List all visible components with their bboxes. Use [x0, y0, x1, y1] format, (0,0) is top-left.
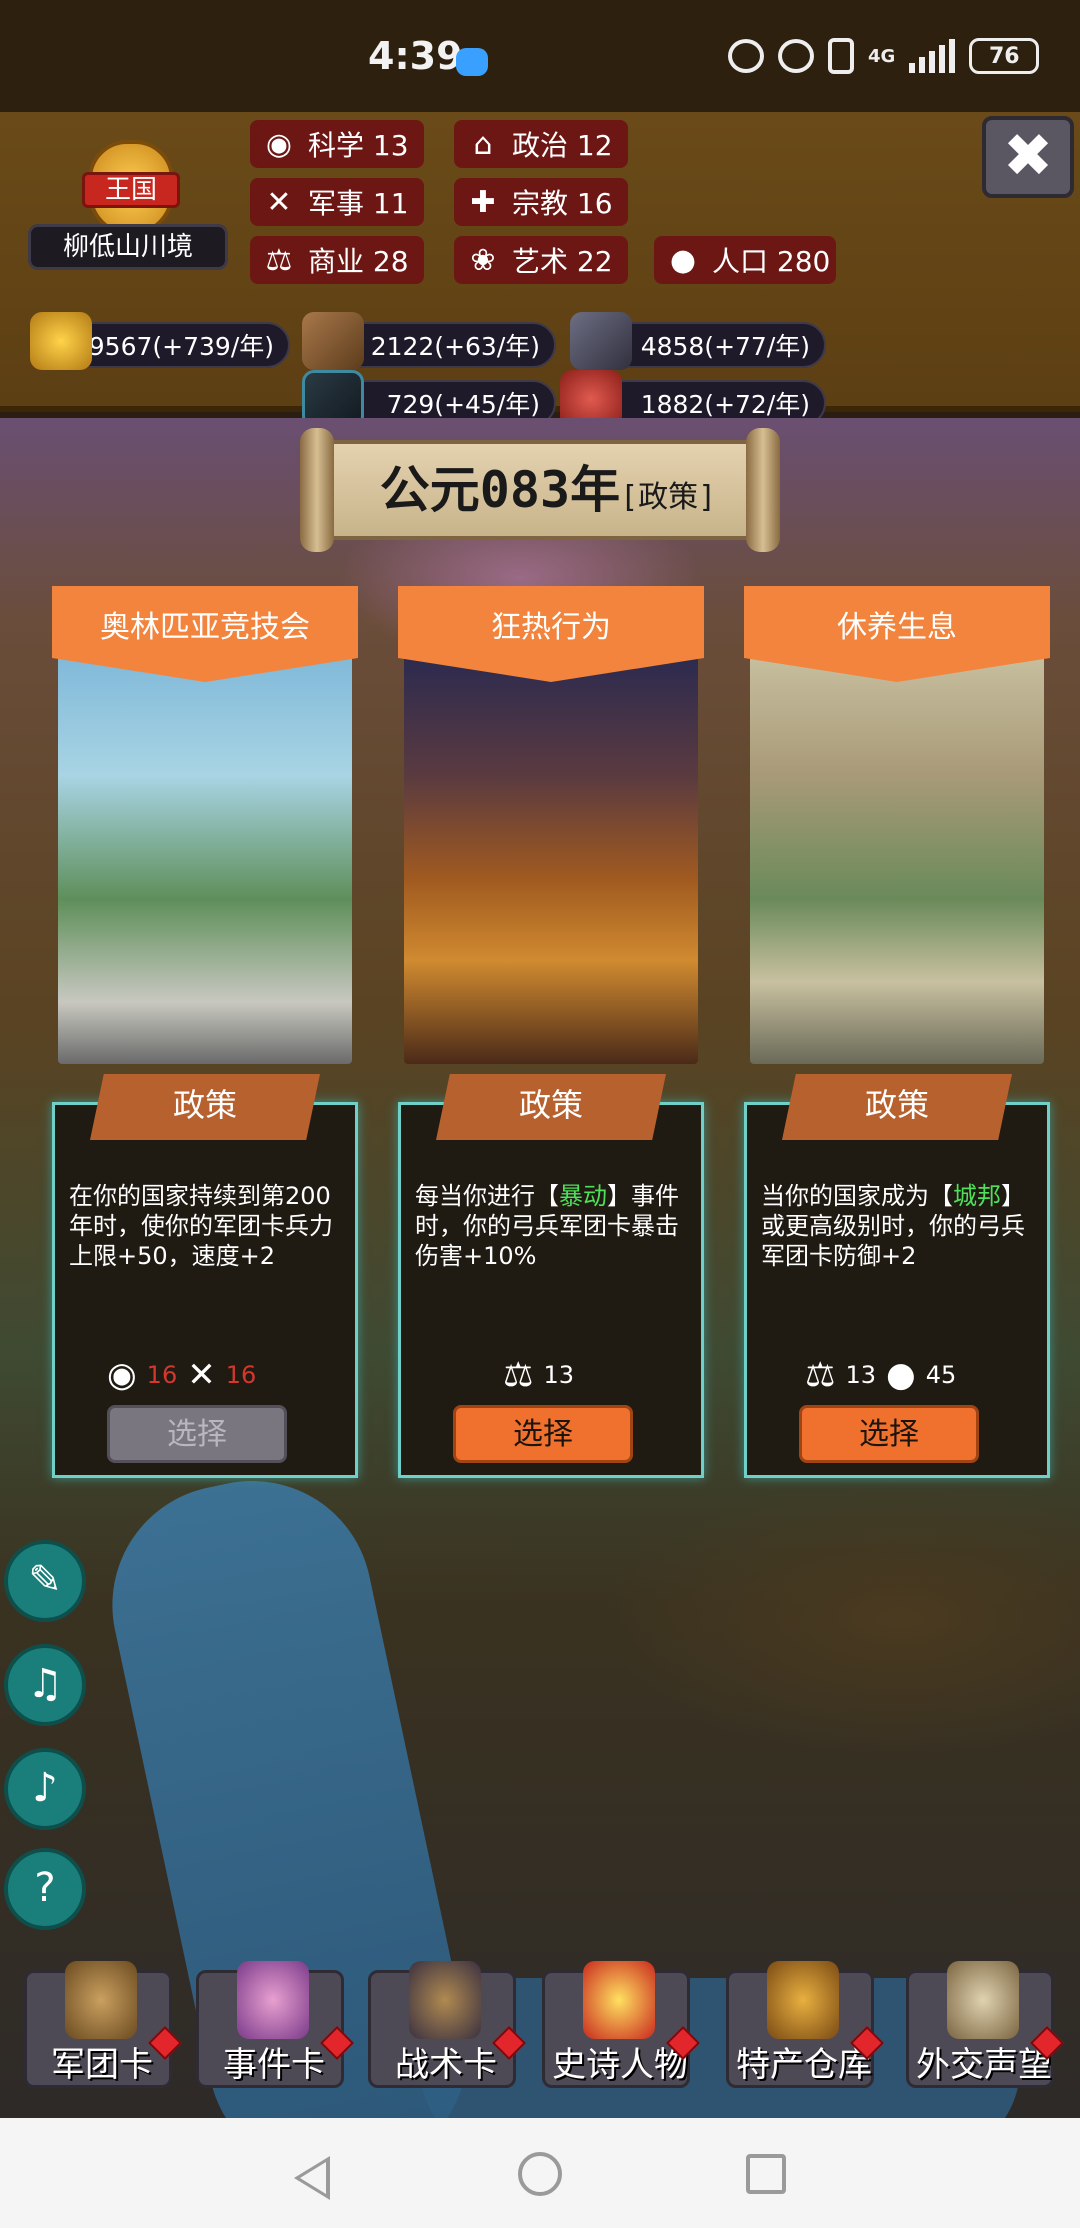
stat-population: ● 人口 280: [654, 236, 836, 284]
planet-icon: ◉: [265, 126, 293, 162]
stat-military: ✕ 军事 11: [250, 178, 424, 226]
year-title: 公元083年[政策]: [379, 461, 717, 519]
planet-icon: ◉: [107, 1355, 137, 1395]
nav-tactic-cards[interactable]: 战术卡: [368, 1961, 526, 2088]
signal-icon: [909, 39, 956, 73]
card-body: 每当你进行【暴动】事件时，你的弓兵军团卡暴击伤害+10% ⚖ 13 选择: [398, 1102, 704, 1478]
card-art-ruins: [750, 652, 1044, 1064]
gold-coins-icon: [30, 312, 92, 370]
card-description: 在你的国家持续到第200年时，使你的军团卡兵力上限+50，速度+2: [69, 1182, 333, 1270]
kingdom-stats-panel: 王国 柳低山川境 ◉ 科学 13 ⌂ 政治 12 ✕ 军事 11 ✚ 宗教 16…: [0, 112, 1080, 428]
stat-art: ❀ 艺术 22: [454, 236, 628, 284]
crest-icon: [409, 1961, 481, 2039]
chat-notification-icon: [456, 48, 488, 76]
card-cost: ⚖ 13 ● 45: [805, 1355, 957, 1395]
sound-off-icon[interactable]: ♪: [4, 1748, 86, 1830]
stat-politics: ⌂ 政治 12: [454, 120, 628, 168]
helmet-icon: [65, 1961, 137, 2039]
music-off-icon[interactable]: ♫: [4, 1644, 86, 1726]
status-bar: 4:39 4G 76: [0, 0, 1080, 112]
home-icon[interactable]: [518, 2152, 562, 2196]
region-name: 柳低山川境: [28, 224, 228, 270]
government-building-icon: ⌂: [473, 126, 493, 162]
card-body: 当你的国家成为【城邦】或更高级别时，你的弓兵军团卡防御+2 ⚖ 13 ● 45 …: [744, 1102, 1050, 1478]
crown-icon: [583, 1961, 655, 2039]
system-navigation-bar: [0, 2118, 1080, 2228]
battery-level: 76: [989, 43, 1020, 69]
stat-commerce: ⚖ 商业 28: [250, 236, 424, 284]
crossed-weapons-icon: ✕: [266, 184, 292, 220]
network-type: 4G: [868, 45, 896, 67]
card-art-riot: [404, 652, 698, 1064]
nation-type: 王国: [82, 172, 180, 208]
stat-religion: ✚ 宗教 16: [454, 178, 628, 226]
stat-science: ◉ 科学 13: [250, 120, 424, 168]
eye-icon: [728, 39, 764, 73]
crossed-weapons-icon: ✕: [187, 1355, 216, 1395]
person-icon: ●: [669, 242, 697, 278]
help-icon[interactable]: ?: [4, 1848, 86, 1930]
scroll-icon: [237, 1961, 309, 2039]
scales-icon: ⚖: [503, 1355, 534, 1395]
select-button[interactable]: 选择: [799, 1405, 979, 1463]
nav-diplomacy-prestige[interactable]: 外交声望: [906, 1961, 1064, 2088]
card-description: 每当你进行【暴动】事件时，你的弓兵军团卡暴击伤害+10%: [415, 1182, 679, 1270]
select-button[interactable]: 选择: [453, 1405, 633, 1463]
card-tag: 政策: [782, 1074, 1012, 1140]
close-button[interactable]: ✖: [982, 116, 1074, 198]
nav-epic-characters[interactable]: 史诗人物: [542, 1961, 700, 2088]
person-icon: ●: [886, 1355, 916, 1395]
mode-label: [政策]: [620, 480, 717, 515]
card-tag: 政策: [436, 1074, 666, 1140]
card-cost: ⚖ 13: [503, 1355, 575, 1395]
nav-legion-cards[interactable]: 军团卡: [24, 1961, 182, 2088]
battery-icon: 76: [969, 38, 1040, 74]
cross-icon: ✚: [470, 184, 496, 220]
nav-event-cards[interactable]: 事件卡: [196, 1961, 354, 2088]
stone-icon: [570, 312, 632, 370]
scales-icon: ⚖: [805, 1355, 836, 1395]
wood-logs-icon: [302, 312, 364, 370]
card-description: 当你的国家成为【城邦】或更高级别时，你的弓兵军团卡防御+2: [761, 1182, 1025, 1270]
vibrate-icon: [828, 38, 854, 74]
recent-apps-icon[interactable]: [746, 2154, 786, 2194]
scales-icon: ⚖: [265, 242, 293, 278]
card-art-statue: [58, 652, 352, 1064]
status-icons: 4G 76: [728, 38, 1040, 74]
status-time: 4:39: [368, 34, 463, 78]
card-cost: ◉ 16 ✕ 16: [107, 1355, 257, 1395]
card-tag: 政策: [90, 1074, 320, 1140]
alarm-icon: [778, 39, 814, 73]
envelope-icon: [947, 1961, 1019, 2039]
year-scroll: 公元083年[政策]: [300, 428, 780, 552]
nav-specialty-warehouse[interactable]: 特产仓库: [726, 1961, 884, 2088]
edit-note-icon[interactable]: ✎: [4, 1540, 86, 1622]
treasure-chest-icon: [767, 1961, 839, 2039]
lotus-icon: ❀: [470, 242, 496, 278]
select-button-disabled[interactable]: 选择: [107, 1405, 287, 1463]
card-body: 在你的国家持续到第200年时，使你的军团卡兵力上限+50，速度+2 ◉ 16 ✕…: [52, 1102, 358, 1478]
